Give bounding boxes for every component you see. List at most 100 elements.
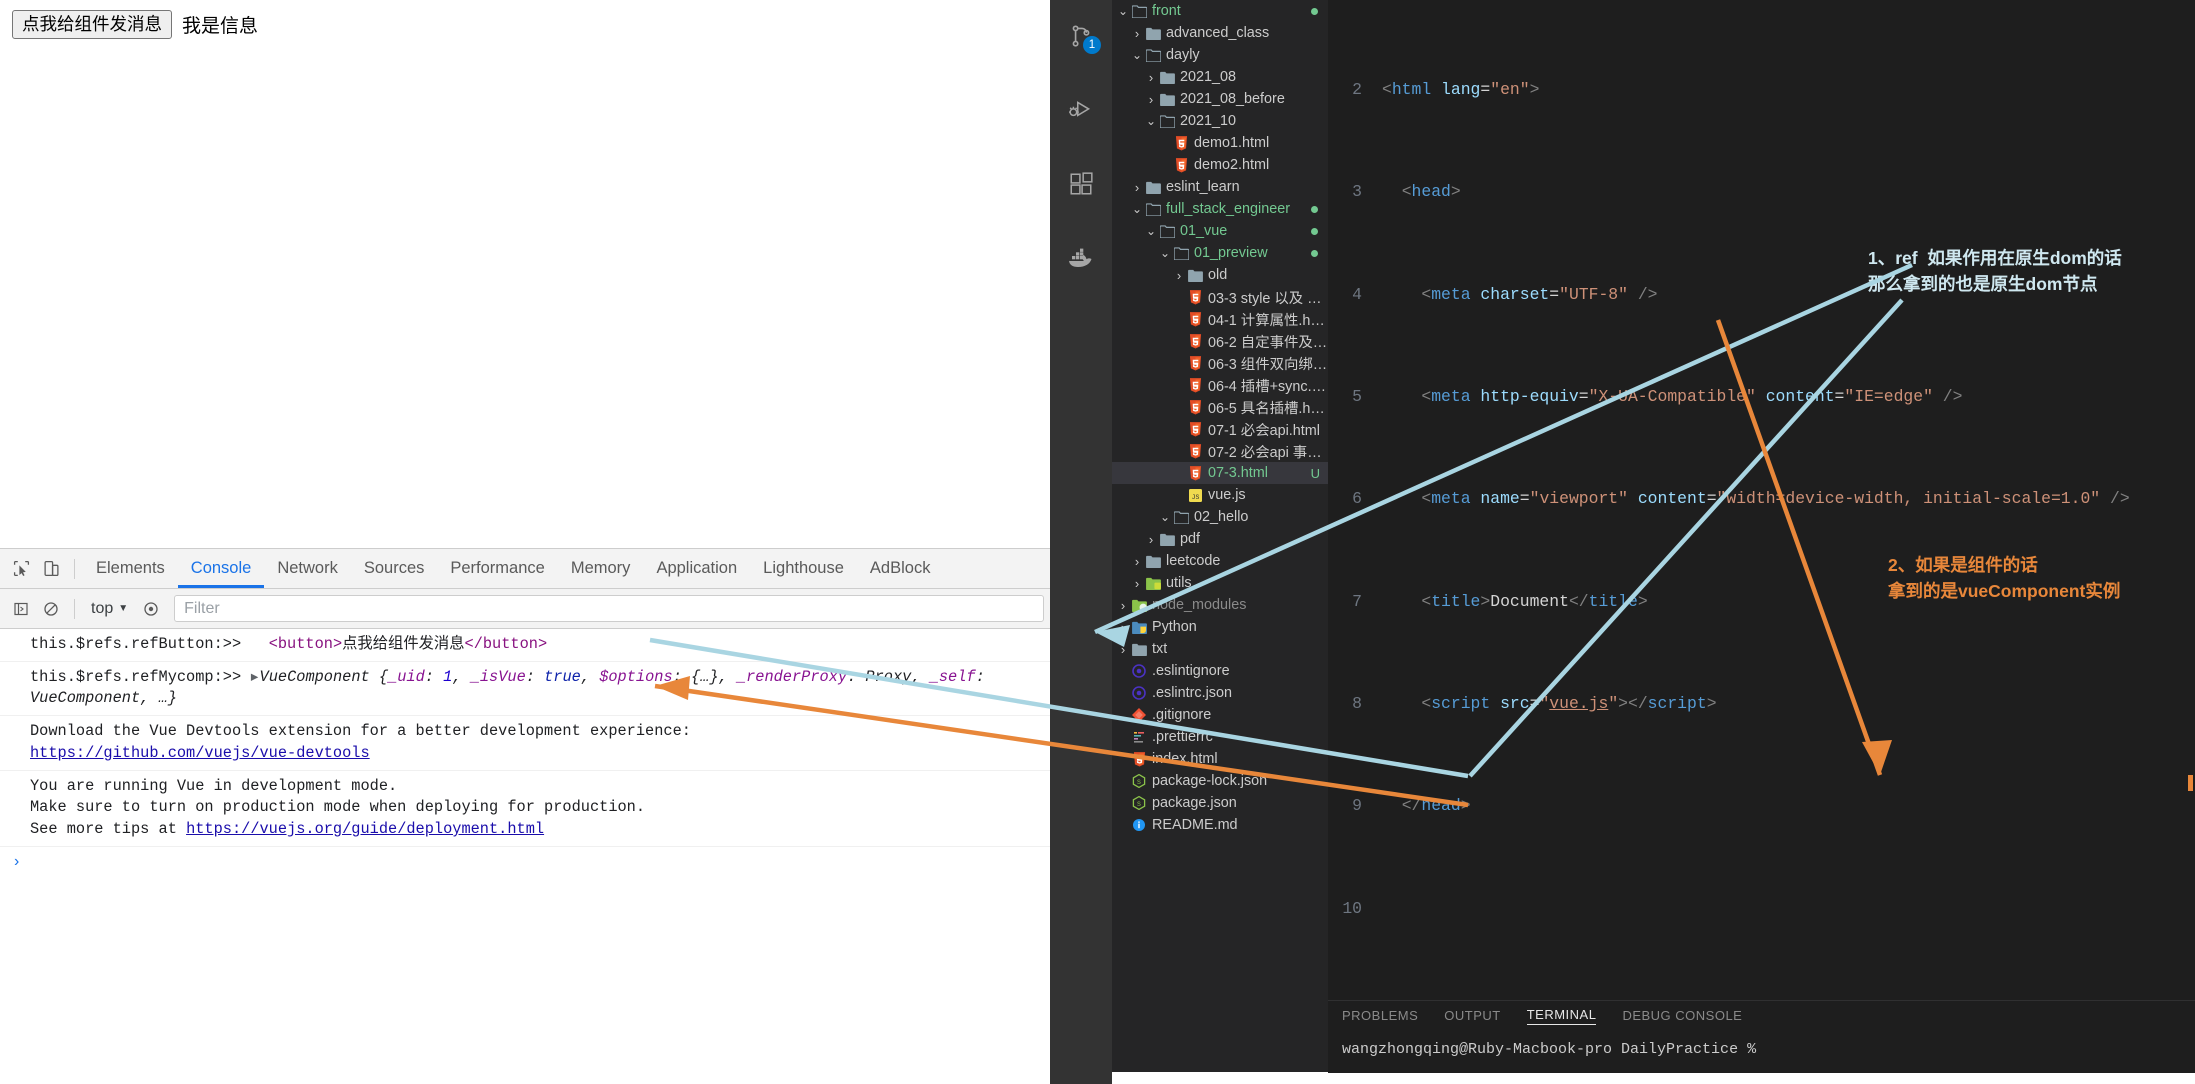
tree-item[interactable]: › advanced_class bbox=[1112, 22, 1328, 44]
folder-open-icon bbox=[1158, 224, 1176, 238]
file-explorer[interactable]: ⌄ front › advanced_class ⌄ dayly › 2021_08 › 2021… bbox=[1112, 0, 1328, 1072]
chevron-right-icon[interactable]: › bbox=[1116, 598, 1130, 613]
tree-item[interactable]: ⌄ full_stack_engineer bbox=[1112, 198, 1328, 220]
tab-network[interactable]: Network bbox=[264, 549, 351, 588]
tree-item[interactable]: ›.prettierrc bbox=[1112, 726, 1328, 748]
console-input-prompt[interactable]: › bbox=[0, 847, 1050, 877]
chevron-right-icon[interactable]: › bbox=[1130, 26, 1144, 41]
tree-item[interactable]: ⌄ 01_vue bbox=[1112, 220, 1328, 242]
extensions-icon[interactable] bbox=[1057, 160, 1105, 208]
tree-item[interactable]: ⌄ 01_preview bbox=[1112, 242, 1328, 264]
tab-memory[interactable]: Memory bbox=[558, 549, 644, 588]
tree-item[interactable]: ›07-2 必会api 事件.h… bbox=[1112, 440, 1328, 462]
log-button-open-tag: <button> bbox=[268, 635, 343, 653]
tree-item-label: advanced_class bbox=[1166, 25, 1270, 41]
expand-triangle-icon[interactable]: ▶ bbox=[251, 669, 258, 686]
deployment-guide-link[interactable]: https://vuejs.org/guide/deployment.html bbox=[186, 820, 544, 838]
tree-item[interactable]: › Python bbox=[1112, 616, 1328, 638]
tree-item[interactable]: ›.gitignore bbox=[1112, 704, 1328, 726]
tree-item[interactable]: ›index.html bbox=[1112, 748, 1328, 770]
chevron-down-icon[interactable]: ⌄ bbox=[1116, 5, 1130, 17]
tree-item[interactable]: ›06-4 插槽+sync.html bbox=[1112, 374, 1328, 396]
chevron-right-icon[interactable]: › bbox=[1144, 70, 1158, 85]
tree-item-label: demo2.html bbox=[1194, 157, 1270, 173]
device-toolbar-icon[interactable] bbox=[36, 554, 66, 584]
tree-item[interactable]: › old bbox=[1112, 264, 1328, 286]
tree-item[interactable]: ›JSvue.js bbox=[1112, 484, 1328, 506]
tree-item-label: 06-2 自定事件及监… bbox=[1208, 334, 1328, 351]
tab-lighthouse[interactable]: Lighthouse bbox=[750, 549, 857, 588]
chevron-right-icon[interactable]: › bbox=[1144, 92, 1158, 107]
chevron-down-icon[interactable]: ⌄ bbox=[1144, 115, 1158, 127]
tree-item[interactable]: › eslint_learn bbox=[1112, 176, 1328, 198]
chevron-down-icon[interactable]: ⌄ bbox=[1130, 49, 1144, 61]
panel-tab-debug-console[interactable]: DEBUG CONSOLE bbox=[1622, 1008, 1742, 1025]
panel-tab-problems[interactable]: PROBLEMS bbox=[1342, 1008, 1418, 1025]
chevron-right-icon[interactable]: › bbox=[1130, 180, 1144, 195]
tree-item[interactable]: ⌄ front bbox=[1112, 0, 1328, 22]
tree-item[interactable]: ›demo2.html bbox=[1112, 154, 1328, 176]
tree-item[interactable]: ›06-3 组件双向绑定.… bbox=[1112, 352, 1328, 374]
chevron-down-icon[interactable]: ⌄ bbox=[1130, 203, 1144, 215]
source-control-icon[interactable]: 1 bbox=[1057, 12, 1105, 60]
tree-item[interactable]: ›README.md bbox=[1112, 814, 1328, 836]
tree-item[interactable]: ›Spackage-lock.json bbox=[1112, 770, 1328, 792]
run-and-debug-icon[interactable] bbox=[1057, 86, 1105, 134]
tree-item[interactable]: › pdf bbox=[1112, 528, 1328, 550]
tree-item[interactable]: › 2021_08 bbox=[1112, 66, 1328, 88]
tab-application[interactable]: Application bbox=[643, 549, 750, 588]
chevron-down-icon[interactable]: ⌄ bbox=[1144, 225, 1158, 237]
tree-item[interactable]: ›06-5 具名插槽.html bbox=[1112, 396, 1328, 418]
clear-console-icon[interactable] bbox=[36, 594, 66, 624]
tab-elements[interactable]: Elements bbox=[83, 549, 178, 588]
console-context-selector[interactable]: top ▼ bbox=[83, 600, 136, 618]
panel-tab-output[interactable]: OUTPUT bbox=[1444, 1008, 1500, 1025]
tree-item[interactable]: ›demo1.html bbox=[1112, 132, 1328, 154]
execute-sidebar-icon[interactable] bbox=[6, 594, 36, 624]
chevron-right-icon[interactable]: › bbox=[1116, 620, 1130, 635]
tab-sources[interactable]: Sources bbox=[351, 549, 438, 588]
inspect-element-icon[interactable] bbox=[6, 554, 36, 584]
tree-item[interactable]: ⌄ dayly bbox=[1112, 44, 1328, 66]
tree-item[interactable]: › txt bbox=[1112, 638, 1328, 660]
tree-item[interactable]: › utils bbox=[1112, 572, 1328, 594]
tree-item[interactable]: ›04-1 计算属性.html bbox=[1112, 308, 1328, 330]
terminal-prompt-line[interactable]: wangzhongqing@Ruby-Macbook-pro DailyPrac… bbox=[1328, 1031, 2195, 1058]
svg-text:JS: JS bbox=[1191, 493, 1199, 500]
tree-item[interactable]: ›Spackage.json bbox=[1112, 792, 1328, 814]
docker-icon[interactable] bbox=[1057, 234, 1105, 282]
html5-file-icon bbox=[1130, 751, 1148, 767]
live-expression-icon[interactable] bbox=[136, 594, 166, 624]
tree-item[interactable]: ⌄ 02_hello bbox=[1112, 506, 1328, 528]
tree-item[interactable]: › node_modules bbox=[1112, 594, 1328, 616]
tree-item[interactable]: ›.eslintrc.json bbox=[1112, 682, 1328, 704]
tree-item[interactable]: ›07-1 必会api.html bbox=[1112, 418, 1328, 440]
tree-item-label: package.json bbox=[1152, 795, 1237, 811]
panel-tab-terminal[interactable]: TERMINAL bbox=[1526, 1007, 1597, 1025]
console-filter-input[interactable]: Filter bbox=[174, 595, 1044, 622]
chevron-right-icon[interactable]: › bbox=[1130, 554, 1144, 569]
code-editor[interactable]: 2 <html lang="en"> 3 <head> 4 <meta chars… bbox=[1328, 0, 2195, 1000]
tree-item[interactable]: ›07-3.htmlU bbox=[1112, 462, 1328, 484]
tab-adblock[interactable]: AdBlock bbox=[857, 549, 944, 588]
tree-item[interactable]: › 2021_08_before bbox=[1112, 88, 1328, 110]
tab-performance[interactable]: Performance bbox=[437, 549, 557, 588]
tree-item[interactable]: ›03-3 style 以及 clas… bbox=[1112, 286, 1328, 308]
chevron-down-icon[interactable]: ⌄ bbox=[1158, 247, 1172, 259]
chevron-right-icon[interactable]: › bbox=[1172, 268, 1186, 283]
tree-item-label: 06-5 具名插槽.html bbox=[1208, 400, 1328, 417]
tree-item[interactable]: ›.eslintignore bbox=[1112, 660, 1328, 682]
html5-file-icon bbox=[1186, 443, 1204, 459]
vue-devtools-link[interactable]: https://github.com/vuejs/vue-devtools bbox=[30, 744, 370, 762]
tab-console[interactable]: Console bbox=[178, 549, 265, 588]
tree-item[interactable]: ›06-2 自定事件及监… bbox=[1112, 330, 1328, 352]
tree-item[interactable]: › leetcode bbox=[1112, 550, 1328, 572]
log-key-renderproxy: _renderProxy bbox=[736, 667, 848, 686]
chevron-down-icon[interactable]: ⌄ bbox=[1158, 511, 1172, 523]
chevron-right-icon[interactable]: › bbox=[1130, 576, 1144, 591]
chevron-right-icon[interactable]: › bbox=[1144, 532, 1158, 547]
tree-item-label: demo1.html bbox=[1194, 135, 1270, 151]
tree-item[interactable]: ⌄ 2021_10 bbox=[1112, 110, 1328, 132]
chevron-right-icon[interactable]: › bbox=[1116, 642, 1130, 657]
send-message-button[interactable]: 点我给组件发消息 bbox=[12, 10, 172, 39]
